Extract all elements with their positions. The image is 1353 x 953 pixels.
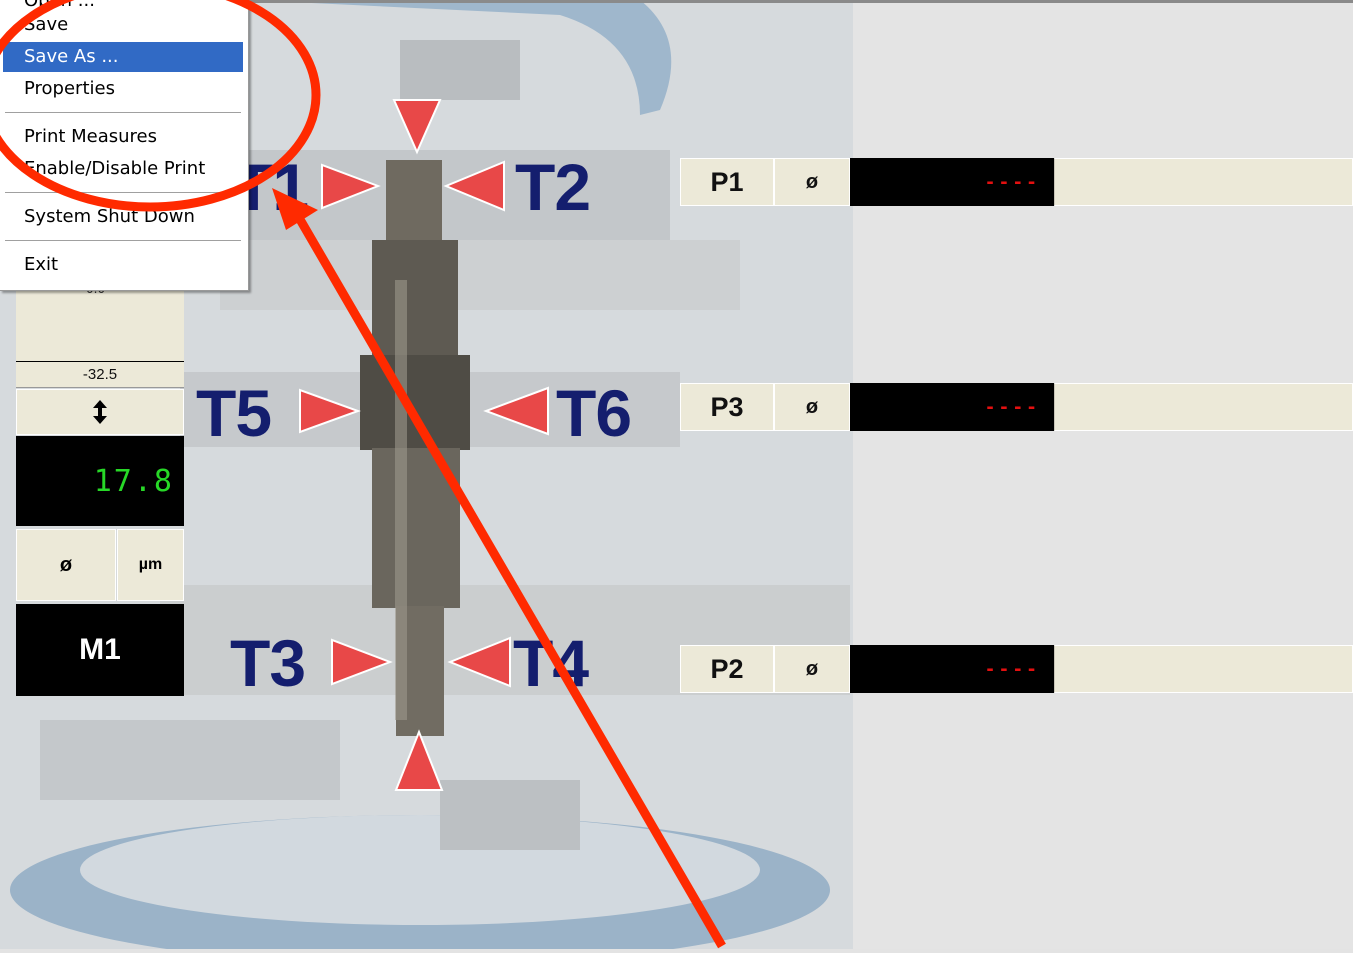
annotation-overlay: [0, 0, 726, 949]
annotation-arrowhead-icon: [272, 188, 318, 230]
measure-extra: [1054, 645, 1353, 693]
measure-value: ----: [850, 158, 1054, 206]
annotation-circle-icon: [0, 0, 321, 212]
measure-value: ----: [850, 645, 1054, 693]
measure-extra: [1054, 383, 1353, 431]
annotation-arrow-icon: [294, 213, 726, 949]
measure-extra: [1054, 158, 1353, 206]
measure-value: ----: [850, 383, 1054, 431]
measurement-background: [853, 0, 1353, 949]
